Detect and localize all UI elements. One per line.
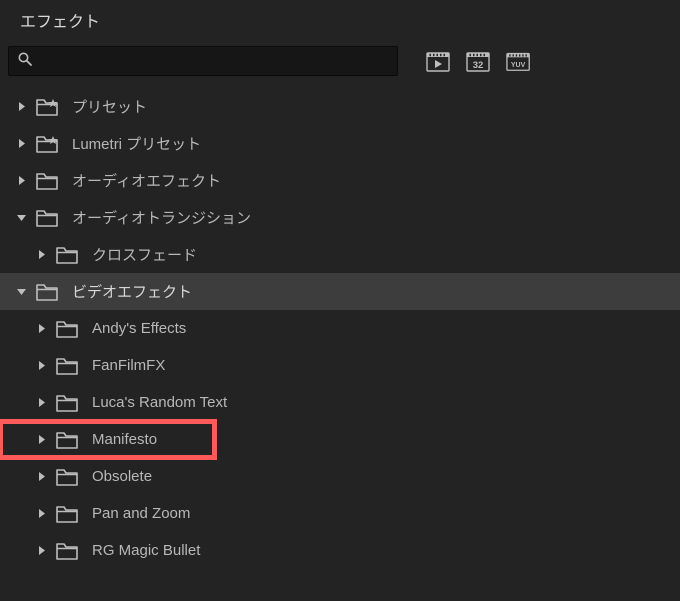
chevron-right-icon[interactable] (34, 507, 48, 521)
tree-item-label: Luca's Random Text (92, 394, 227, 411)
tree-row[interactable]: FanFilmFX (0, 347, 680, 384)
folder-icon (56, 468, 80, 486)
tree-item-label: クロスフェード (92, 244, 197, 265)
tree-item-label: Pan and Zoom (92, 505, 190, 522)
folder-icon (56, 505, 80, 523)
tree-item-label: プリセット (72, 96, 147, 117)
tree-item-label: Manifesto (92, 431, 157, 448)
tree-row[interactable]: ビデオエフェクト (0, 273, 680, 310)
chevron-down-icon[interactable] (14, 211, 28, 225)
tree-item-label: オーディオエフェクト (72, 170, 221, 191)
chevron-right-icon[interactable] (34, 544, 48, 558)
toolbar-icons: 32 YUV (426, 49, 532, 73)
32bit-icon[interactable]: 32 (466, 49, 492, 73)
folder-icon (56, 431, 80, 449)
folder-icon (36, 283, 60, 301)
tree-item-label: ビデオエフェクト (72, 281, 192, 302)
chevron-right-icon[interactable] (34, 359, 48, 373)
chevron-right-icon[interactable] (34, 470, 48, 484)
yuv-icon[interactable]: YUV (506, 49, 532, 73)
svg-text:YUV: YUV (511, 62, 526, 69)
tree-item-label: RG Magic Bullet (92, 542, 200, 559)
tree-row[interactable]: オーディオトランジション (0, 199, 680, 236)
chevron-right-icon[interactable] (34, 322, 48, 336)
tree-item-label: Andy's Effects (92, 320, 186, 337)
tree-row[interactable]: Luca's Random Text (0, 384, 680, 421)
tree-item-label: Lumetri プリセット (72, 133, 201, 154)
tree-row[interactable]: RG Magic Bullet (0, 532, 680, 569)
search-input[interactable] (39, 53, 389, 69)
chevron-down-icon[interactable] (14, 285, 28, 299)
tree-row[interactable]: Lumetri プリセット (0, 125, 680, 162)
tree-row[interactable]: プリセット (0, 88, 680, 125)
search-row: 32 YUV (0, 42, 680, 86)
tree-row[interactable]: Pan and Zoom (0, 495, 680, 532)
preset-folder-icon (36, 135, 60, 153)
tree-row[interactable]: Obsolete (0, 458, 680, 495)
chevron-right-icon[interactable] (34, 248, 48, 262)
search-box[interactable] (8, 46, 398, 76)
folder-icon (56, 357, 80, 375)
tree-row[interactable]: クロスフェード (0, 236, 680, 273)
accelerated-effects-icon[interactable] (426, 49, 452, 73)
folder-icon (36, 172, 60, 190)
tree-row[interactable]: Andy's Effects (0, 310, 680, 347)
preset-folder-icon (36, 98, 60, 116)
svg-text:32: 32 (473, 60, 484, 71)
tree-item-label: FanFilmFX (92, 357, 165, 374)
tree-item-label: オーディオトランジション (72, 207, 251, 228)
tree-row[interactable]: オーディオエフェクト (0, 162, 680, 199)
chevron-right-icon[interactable] (34, 433, 48, 447)
effects-tree: プリセット Lumetri プリセットオーディオエフェクトオーディオトランジション… (0, 86, 680, 569)
chevron-right-icon[interactable] (14, 174, 28, 188)
folder-icon (56, 246, 80, 264)
chevron-right-icon[interactable] (14, 137, 28, 151)
chevron-right-icon[interactable] (34, 396, 48, 410)
folder-icon (56, 394, 80, 412)
folder-icon (56, 320, 80, 338)
folder-icon (36, 209, 60, 227)
chevron-right-icon[interactable] (14, 100, 28, 114)
search-icon (17, 51, 33, 71)
folder-icon (56, 542, 80, 560)
panel-title: エフェクト (0, 0, 680, 42)
tree-item-label: Obsolete (92, 468, 152, 485)
tree-row[interactable]: Manifesto (0, 421, 215, 458)
